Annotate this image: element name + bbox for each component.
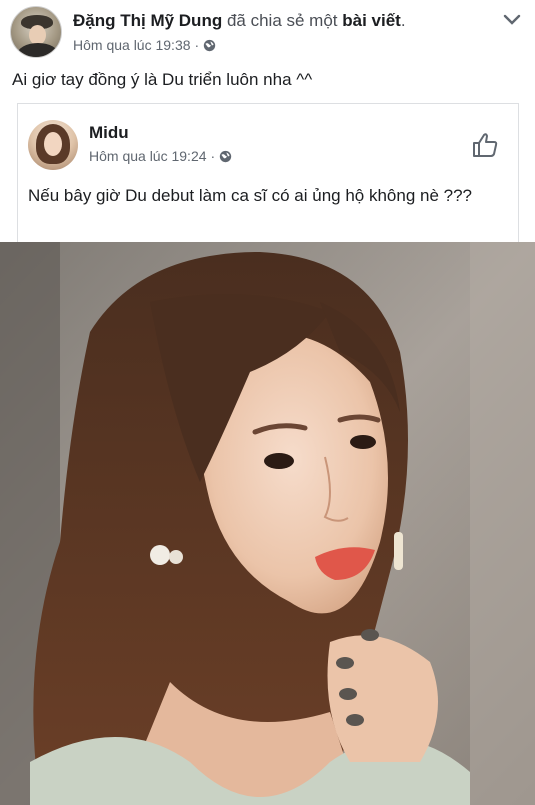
shared-post-meta: Hôm qua lúc 19:24 ·	[89, 148, 232, 164]
thumbs-up-icon[interactable]	[470, 130, 500, 160]
author-line: Đặng Thị Mỹ Dung đã chia sẻ một bài viết…	[73, 11, 406, 31]
post-timestamp[interactable]: Hôm qua lúc 19:38	[73, 37, 191, 53]
portrait-image	[0, 242, 535, 805]
shared-post-link[interactable]: bài viết	[342, 11, 401, 30]
meta-separator: ·	[210, 148, 216, 164]
meta-separator: ·	[194, 37, 200, 53]
shared-author-name-link[interactable]: Midu	[89, 123, 129, 143]
post-meta: Hôm qua lúc 19:38 ·	[73, 37, 216, 53]
post-header: Đặng Thị Mỹ Dung đã chia sẻ một bài viết…	[0, 0, 535, 60]
globe-icon	[204, 39, 216, 51]
globe-icon	[220, 150, 232, 162]
author-name-link[interactable]: Đặng Thị Mỹ Dung	[73, 11, 222, 30]
shared-author-avatar[interactable]	[28, 120, 78, 170]
chevron-down-icon[interactable]	[501, 8, 523, 30]
shared-post-photo[interactable]	[0, 242, 535, 805]
author-avatar[interactable]	[10, 6, 62, 58]
shared-post-text: Nếu bây giờ Du debut làm ca sĩ có ai ủng…	[28, 186, 472, 205]
shared-post-card[interactable]: Midu Hôm qua lúc 19:24 · Nếu bây giờ Du …	[17, 103, 519, 242]
share-verb: đã chia sẻ một	[226, 11, 338, 30]
post-text: Ai giơ tay đồng ý là Du triển luôn nha ^…	[12, 70, 313, 89]
shared-timestamp[interactable]: Hôm qua lúc 19:24	[89, 148, 207, 164]
share-end: .	[400, 11, 406, 30]
